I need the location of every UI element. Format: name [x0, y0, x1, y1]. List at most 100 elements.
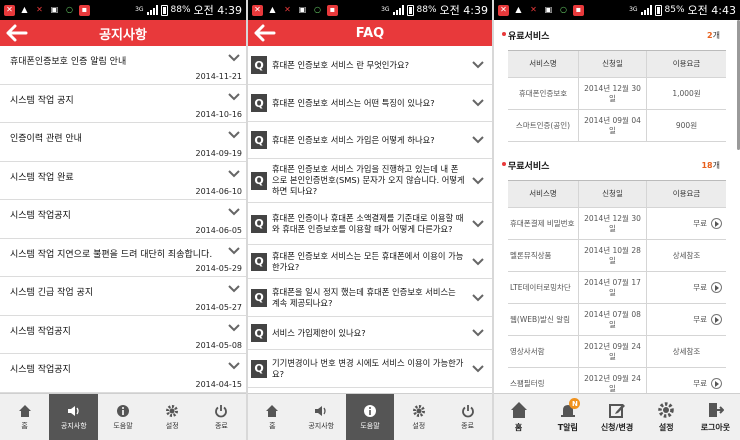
- bullet-icon: [502, 32, 506, 36]
- paid-section-header: 유료서비스 2개: [494, 20, 740, 50]
- nav-settings[interactable]: 설정: [642, 394, 691, 440]
- chevron-down-icon[interactable]: [472, 257, 484, 266]
- faq-question: 휴대폰 인증보호 서비스는 모든 휴대폰에서 이용이 가능한가요?: [272, 250, 464, 272]
- faq-item[interactable]: Q 휴대폰 인증보호 서비스 가입은 어떻게 하나요?: [248, 122, 492, 159]
- faq-item[interactable]: Q 휴대폰 인증이나 휴대폰 소액결제를 기준대로 이용할 때와 휴대폰 인증보…: [248, 203, 492, 245]
- nav-apply-change[interactable]: 신청/변경: [592, 394, 641, 440]
- status-bar: ✕ ▲ ✕ ▣ ○ ▪ 3G 88% 오전 4:39: [0, 0, 246, 20]
- nav-label: 도움말: [360, 421, 380, 430]
- faq-item[interactable]: Q 기기변경이나 번호 변경 시에도 서비스 이용이 가능한가요?: [248, 350, 492, 388]
- chevron-down-icon[interactable]: [472, 219, 484, 228]
- play-arrow-icon[interactable]: [711, 378, 722, 389]
- nav-home[interactable]: 홈: [248, 394, 297, 440]
- image-icon: ▣: [298, 5, 307, 14]
- apply-date: 2014년 07월 17일: [579, 272, 647, 303]
- tools-icon: ✕: [530, 5, 537, 14]
- nav-label: 홈: [514, 423, 523, 432]
- apply-date: 2014년 12월 30일: [579, 78, 647, 109]
- service-name: 휴대폰인증보호: [508, 78, 579, 109]
- chevron-down-icon[interactable]: [228, 246, 240, 255]
- chevron-down-icon[interactable]: [472, 136, 484, 144]
- back-arrow-icon[interactable]: [254, 24, 276, 42]
- chevron-down-icon[interactable]: [472, 176, 484, 185]
- notice-title: 시스템 작업공지: [10, 326, 71, 337]
- chevron-down-icon[interactable]: [228, 285, 240, 293]
- home-icon: [266, 404, 279, 417]
- chevron-down-icon[interactable]: [472, 61, 484, 69]
- chevron-down-icon[interactable]: [472, 99, 484, 107]
- nav-notice[interactable]: 공지사항: [297, 394, 346, 440]
- chevron-down-icon[interactable]: [472, 329, 484, 337]
- speaker-icon: [315, 405, 326, 416]
- faq-item[interactable]: Q 휴대폰 인증보호 서비스는 모든 휴대폰에서 이용이 가능한가요?: [248, 245, 492, 279]
- play-arrow-icon[interactable]: [711, 282, 722, 293]
- notice-date: 2014-04-15: [195, 379, 243, 389]
- apply-date: 2012년 09월 24일: [579, 368, 647, 393]
- nav-exit[interactable]: 종료: [443, 394, 492, 440]
- nav-logout[interactable]: 로그아웃: [691, 394, 740, 440]
- notice-list: 휴대폰인증보호 인증 알림 안내 2014-11-21 시스템 작업 공지 20…: [0, 46, 246, 393]
- notice-item[interactable]: 시스템 작업공지 2014-04-15: [0, 354, 246, 393]
- nav-notice[interactable]: 공지사항: [49, 394, 99, 440]
- table-row[interactable]: LTE데이터로밍차단 2014년 07월 17일 무료: [508, 272, 726, 304]
- nav-label: 신청/변경: [600, 423, 634, 432]
- nav-home[interactable]: 홈: [0, 394, 49, 440]
- faq-item[interactable]: Q 휴대폰 인증보호 서비스 가입을 진행하고 있는데 내 폰으로 본인인증번호…: [248, 159, 492, 203]
- notice-item[interactable]: 인증이력 관련 안내 2014-09-19: [0, 123, 246, 162]
- question-badge: Q: [251, 324, 267, 342]
- table-row[interactable]: 휴대폰결제 비밀번호 2014년 12월 30일 무료: [508, 208, 726, 240]
- notice-item[interactable]: 시스템 작업공지 2014-06-05: [0, 200, 246, 239]
- table-row[interactable]: 웹(WEB)발신 알림 2014년 07월 08일 무료: [508, 304, 726, 336]
- notice-item[interactable]: 시스템 작업공지 2014-05-08: [0, 316, 246, 354]
- notice-item[interactable]: 시스템 작업 완료 2014-06-10: [0, 162, 246, 200]
- chevron-down-icon[interactable]: [228, 92, 240, 101]
- faq-item[interactable]: Q 휴대폰 인증보호 서비스 란 무엇인가요?: [248, 46, 492, 85]
- play-arrow-icon[interactable]: [711, 314, 722, 325]
- nav-help[interactable]: 도움말: [98, 394, 147, 440]
- nav-exit[interactable]: 종료: [197, 394, 246, 440]
- notice-item[interactable]: 시스템 작업 공지 2014-10-16: [0, 85, 246, 123]
- chevron-down-icon[interactable]: [228, 362, 240, 370]
- nav-help[interactable]: 도움말: [345, 394, 395, 440]
- notice-item[interactable]: 시스템 작업 지연으로 불편을 드려 대단히 죄송합니다. 2014-05-29: [0, 239, 246, 277]
- faq-item[interactable]: Q 휴대폰 인증보호 서비스는 어떤 특징이 있나요?: [248, 85, 492, 122]
- chevron-down-icon[interactable]: [228, 208, 240, 216]
- chevron-down-icon[interactable]: [228, 54, 240, 62]
- chevron-down-icon[interactable]: [228, 131, 240, 139]
- nav-settings[interactable]: 설정: [148, 394, 197, 440]
- apply-date: 2014년 07월 08일: [579, 304, 647, 335]
- chevron-down-icon[interactable]: [472, 364, 484, 373]
- play-arrow-icon[interactable]: [711, 218, 722, 229]
- status-bar: ✕ ▲ ✕ ▣ ○ ▪ 3G 88% 오전 4:39: [248, 0, 492, 20]
- question-badge: Q: [251, 171, 267, 190]
- chevron-down-icon[interactable]: [228, 169, 240, 178]
- page-title: FAQ: [355, 25, 385, 41]
- nav-label: 공지사항: [308, 421, 335, 430]
- faq-item[interactable]: Q 서비스 가입제한이 있나요?: [248, 317, 492, 350]
- notice-item[interactable]: 휴대폰인증보호 인증 알림 안내 2014-11-21: [0, 46, 246, 85]
- table-row[interactable]: 스팸필터링 2012년 09월 24일 무료: [508, 368, 726, 393]
- close-notification-icon: ✕: [498, 4, 509, 16]
- power-icon: [461, 404, 474, 417]
- notice-date: 2014-05-08: [195, 341, 243, 350]
- signal-icon: [392, 5, 404, 15]
- notice-item[interactable]: 시스템 긴급 작업 공지 2014-05-27: [0, 277, 246, 316]
- nav-settings[interactable]: 설정: [394, 394, 443, 440]
- notice-title: 시스템 작업 지연으로 불편을 드려 대단히 죄송합니다.: [10, 249, 213, 260]
- services-content: 유료서비스 2개 서비스명 신청일 이용요금 휴대폰인증보호 2014년 12월…: [494, 20, 740, 393]
- nav-home[interactable]: 홈: [494, 394, 543, 440]
- chevron-down-icon[interactable]: [472, 293, 484, 302]
- chevron-down-icon[interactable]: [228, 323, 240, 332]
- faq-screen: ✕ ▲ ✕ ▣ ○ ▪ 3G 88% 오전 4:39 FAQ Q 휴대폰 인증보…: [248, 0, 492, 440]
- paid-service-table: 서비스명 신청일 이용요금 휴대폰인증보호 2014년 12월 30일 1,00…: [508, 50, 726, 142]
- back-arrow-icon[interactable]: [6, 24, 28, 42]
- nav-t-alarm[interactable]: N T알림: [543, 394, 592, 440]
- free-section-header: 무료서비스 18개: [494, 150, 740, 180]
- faq-item[interactable]: Q 휴대폰을 일시 정지 했는데 휴대폰 인증보호 서비스는 계속 제공되나요?: [248, 279, 492, 317]
- app-bar: 공지사항: [0, 20, 246, 46]
- app-notification-icon: ▪: [327, 4, 338, 16]
- home-icon: [18, 404, 31, 417]
- fee: 상세참조: [672, 250, 701, 260]
- question-badge: Q: [251, 288, 267, 307]
- clock: 오전 4:39: [439, 4, 488, 17]
